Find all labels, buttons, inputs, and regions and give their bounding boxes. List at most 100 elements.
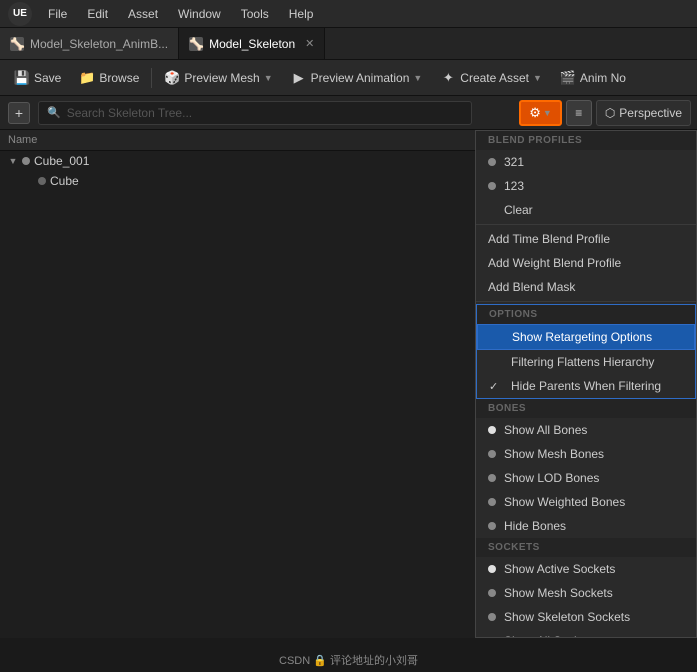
tab-bar: 🦴 Model_Skeleton_AnimB... 🦴 Model_Skelet…: [0, 28, 697, 60]
radio-dot-123: [488, 182, 496, 190]
tab-close-button[interactable]: ✕: [305, 37, 314, 50]
tree-panel: Name ▼ Cube_001 Cube: [0, 130, 480, 638]
tab-model-skeleton-animb[interactable]: 🦴 Model_Skeleton_AnimB...: [0, 28, 179, 59]
preview-mesh-label: Preview Mesh: [184, 71, 259, 85]
blend-item-clear[interactable]: Clear: [476, 198, 696, 222]
preview-animation-label: Preview Animation: [311, 71, 410, 85]
options-section-title: OPTIONS: [477, 305, 695, 324]
preview-mesh-button[interactable]: 🎲 Preview Mesh ▼: [156, 66, 280, 90]
blend-item-321[interactable]: 321: [476, 150, 696, 174]
gear-dropdown-arrow: ▼: [543, 108, 552, 118]
show-skeleton-sockets[interactable]: Show Skeleton Sockets: [476, 605, 696, 629]
add-weight-blend-label: Add Weight Blend Profile: [488, 256, 621, 270]
title-bar: UE File Edit Asset Window Tools Help: [0, 0, 697, 28]
show-weighted-bones-label: Show Weighted Bones: [504, 495, 625, 509]
show-mesh-sockets[interactable]: Show Mesh Sockets: [476, 581, 696, 605]
show-all-bones[interactable]: Show All Bones: [476, 418, 696, 442]
filter-bar: + 🔍 Search Skeleton Tree...: [0, 96, 480, 130]
tab-icon-skeleton: 🦴: [189, 37, 203, 51]
tab-model-skeleton[interactable]: 🦴 Model_Skeleton ✕: [179, 28, 325, 59]
create-asset-icon: ✦: [440, 70, 456, 86]
menu-asset[interactable]: Asset: [124, 5, 162, 23]
main-area: + 🔍 Search Skeleton Tree... ⚙ ▼ ≡ ⬡ Pers…: [0, 96, 697, 638]
add-blend-mask-label: Add Blend Mask: [488, 280, 575, 294]
toolbar: 💾 Save 📁 Browse 🎲 Preview Mesh ▼ ▶ Previ…: [0, 60, 697, 96]
anim-no-icon: 🎬: [560, 70, 576, 86]
blend-item-123[interactable]: 123: [476, 174, 696, 198]
show-retargeting-options[interactable]: Show Retargeting Options: [477, 324, 695, 350]
preview-animation-button[interactable]: ▶ Preview Animation ▼: [283, 66, 431, 90]
show-lod-bones[interactable]: Show LOD Bones: [476, 466, 696, 490]
browse-icon: 📁: [79, 70, 95, 86]
show-mesh-bones[interactable]: Show Mesh Bones: [476, 442, 696, 466]
blend-label-123: 123: [504, 179, 524, 193]
show-skeleton-sockets-label: Show Skeleton Sockets: [504, 610, 630, 624]
radio-dot-all-bones: [488, 426, 496, 434]
browse-label: Browse: [99, 71, 139, 85]
create-asset-button[interactable]: ✦ Create Asset ▼: [432, 66, 550, 90]
add-weight-blend-profile[interactable]: Add Weight Blend Profile: [476, 251, 696, 275]
menu-edit[interactable]: Edit: [83, 5, 112, 23]
expand-icon-cube001[interactable]: ▼: [8, 156, 18, 166]
gear-icon: ⚙: [529, 105, 541, 121]
radio-dot-mesh-sockets: [488, 589, 496, 597]
radio-dot-lod-bones: [488, 474, 496, 482]
dropdown-menu: BLEND PROFILES 321 123 Clear Add Time Bl…: [475, 130, 697, 638]
show-active-sockets[interactable]: Show Active Sockets: [476, 557, 696, 581]
filtering-flattens-label: Filtering Flattens Hierarchy: [511, 355, 654, 369]
browse-button[interactable]: 📁 Browse: [71, 66, 147, 90]
search-icon: 🔍: [47, 106, 61, 119]
tab-label-skeleton: Model_Skeleton: [209, 37, 295, 51]
show-mesh-bones-label: Show Mesh Bones: [504, 447, 604, 461]
show-retargeting-label: Show Retargeting Options: [512, 330, 652, 344]
preview-mesh-arrow: ▼: [264, 73, 273, 83]
show-all-sockets[interactable]: Show All Sockets: [476, 629, 696, 638]
anim-no-button[interactable]: 🎬 Anim No: [552, 66, 634, 90]
anim-no-label: Anim No: [580, 71, 626, 85]
search-container: 🔍 Search Skeleton Tree...: [38, 101, 472, 125]
preview-animation-icon: ▶: [291, 70, 307, 86]
gear-settings-button[interactable]: ⚙ ▼: [519, 100, 562, 126]
radio-dot-all-sockets: [488, 637, 496, 638]
tree-label-cube: Cube: [50, 174, 79, 188]
menu-file[interactable]: File: [44, 5, 71, 23]
add-time-blend-label: Add Time Blend Profile: [488, 232, 610, 246]
tree-item-cube[interactable]: Cube: [0, 171, 480, 191]
hide-bones-label: Hide Bones: [504, 519, 566, 533]
radio-dot-321: [488, 158, 496, 166]
hide-bones[interactable]: Hide Bones: [476, 514, 696, 538]
show-weighted-bones[interactable]: Show Weighted Bones: [476, 490, 696, 514]
save-label: Save: [34, 71, 61, 85]
perspective-button[interactable]: ⬡ Perspective: [596, 100, 691, 126]
show-all-bones-label: Show All Bones: [504, 423, 587, 437]
preview-mesh-icon: 🎲: [164, 70, 180, 86]
hide-parents-label: Hide Parents When Filtering: [511, 379, 661, 393]
tree-item-cube001[interactable]: ▼ Cube_001: [0, 151, 480, 171]
add-blend-mask[interactable]: Add Blend Mask: [476, 275, 696, 299]
sep-blend-actions: [476, 224, 696, 225]
create-asset-label: Create Asset: [460, 71, 529, 85]
radio-dot-mesh-bones: [488, 450, 496, 458]
radio-dot-hide-bones: [488, 522, 496, 530]
create-asset-arrow: ▼: [533, 73, 542, 83]
lines-button[interactable]: ≡: [566, 100, 592, 126]
menu-tools[interactable]: Tools: [237, 5, 273, 23]
lines-icon: ≡: [575, 106, 582, 120]
tree-label-cube001: Cube_001: [34, 154, 89, 168]
menu-help[interactable]: Help: [285, 5, 318, 23]
sep-options: [476, 301, 696, 302]
show-all-sockets-label: Show All Sockets: [504, 634, 596, 638]
perspective-label: Perspective: [619, 106, 682, 120]
tree-column-header: Name: [0, 130, 480, 151]
hide-parents-when-filtering[interactable]: ✓ Hide Parents When Filtering: [477, 374, 695, 398]
radio-dot-skeleton-sockets: [488, 613, 496, 621]
menu-window[interactable]: Window: [174, 5, 225, 23]
filtering-flattens-hierarchy[interactable]: Filtering Flattens Hierarchy: [477, 350, 695, 374]
add-button[interactable]: +: [8, 102, 30, 124]
blend-profiles-section-title: BLEND PROFILES: [476, 131, 696, 150]
tab-label-animb: Model_Skeleton_AnimB...: [30, 37, 168, 51]
blend-label-321: 321: [504, 155, 524, 169]
save-button[interactable]: 💾 Save: [6, 66, 69, 90]
add-time-blend-profile[interactable]: Add Time Blend Profile: [476, 227, 696, 251]
preview-animation-arrow: ▼: [413, 73, 422, 83]
